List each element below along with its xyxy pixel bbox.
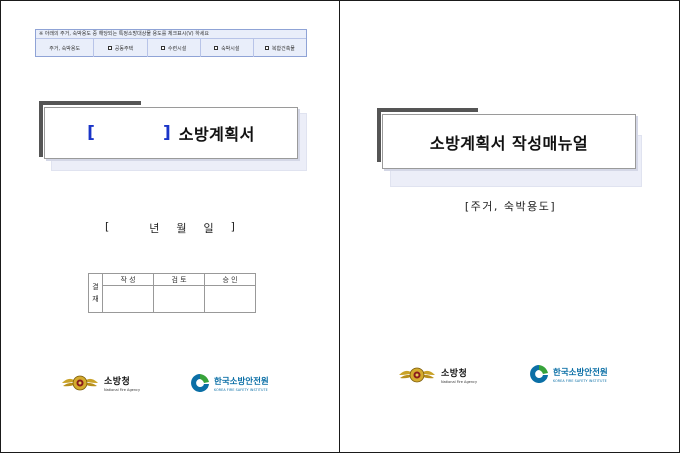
fire-agency-emblem-icon: [399, 367, 435, 383]
agency-logo: 소방청 National Fire Agency: [61, 372, 140, 394]
title-frame-bar: [39, 101, 141, 105]
title-frame-bar: [377, 108, 381, 162]
agency-name-en: National Fire Agency: [104, 388, 141, 392]
approval-table: 결재 작 성 검 토 승 인: [88, 272, 256, 313]
checkbox-icon[interactable]: [160, 46, 165, 50]
date-year: 년: [149, 222, 160, 235]
institute-name-ko: 한국소방안전원: [214, 376, 269, 387]
institute-name-en: KOREA FIRE SAFETY INSTITUTE: [553, 378, 607, 383]
date-line: [ 년 월 일 ]: [105, 220, 235, 235]
approval-side-label: 결재: [88, 273, 103, 313]
title-frame-bar: [377, 108, 478, 112]
approval-sign-approve[interactable]: [204, 285, 256, 313]
fire-agency-emblem-icon: [62, 375, 98, 391]
fire-safety-institute-mark-icon: [530, 365, 548, 383]
agency-name-en: National Fire Agency: [441, 380, 478, 384]
institute-logo: 한국소방안전원 KOREA FIRE SAFETY INSTITUTE: [528, 364, 608, 384]
option-lodging-facility[interactable]: 숙박시설: [199, 39, 253, 57]
manual-title: 소방계획서 작성매뉴얼: [429, 133, 589, 153]
title-bracket-open: [: [87, 123, 95, 143]
option-apartment[interactable]: 공동주택: [93, 39, 146, 57]
manual-cover-page: 소방계획서 작성매뉴얼 [주거, 숙박용도] 소방청 National Fire…: [339, 0, 680, 453]
category-label: 주거, 숙박용도: [49, 45, 81, 52]
checkbox-icon[interactable]: [214, 46, 219, 50]
approval-header-draft: 작 성: [102, 272, 154, 287]
approval-header-review: 검 토: [153, 272, 205, 287]
title-frame-bar: [39, 101, 43, 157]
manual-subtitle: [주거, 숙박용도]: [464, 200, 557, 213]
checkbox-icon[interactable]: [264, 46, 269, 50]
fire-safety-institute-mark-icon: [191, 374, 209, 392]
cover-title: 소방계획서: [178, 125, 255, 144]
agency-name-ko: 소방청: [441, 369, 468, 379]
agency-logo: 소방청 National Fire Agency: [398, 364, 477, 386]
option-training-facility[interactable]: 수련시설: [146, 39, 200, 57]
institute-name-en: KOREA FIRE SAFETY INSTITUTE: [214, 387, 268, 392]
usage-checkbox-panel: ※ 아래의 주거, 숙박용도 중 해당되는 특정소방대상물 용도를 체크표시(V…: [35, 29, 307, 57]
approval-header-approve: 승 인: [204, 272, 256, 287]
approval-sign-draft[interactable]: [102, 285, 154, 313]
date-day: 일: [203, 222, 214, 235]
institute-logo: 한국소방안전원 KOREA FIRE SAFETY INSTITUTE: [189, 373, 269, 393]
option-mixed-building[interactable]: 복합건축물: [252, 39, 306, 57]
approval-sign-review[interactable]: [153, 285, 205, 313]
agency-name-ko: 소방청: [104, 377, 131, 387]
institute-name-ko: 한국소방안전원: [553, 367, 608, 378]
checkbox-icon[interactable]: [107, 46, 112, 50]
checkbox-instruction: ※ 아래의 주거, 숙박용도 중 해당되는 특정소방대상물 용도를 체크표시(V…: [36, 30, 306, 39]
title-bracket-close: ]: [162, 123, 171, 143]
date-month: 월: [176, 222, 187, 235]
cover-title-box: [ ] 소방계획서: [44, 107, 298, 159]
manual-title-box: 소방계획서 작성매뉴얼: [382, 114, 636, 169]
cover-page: ※ 아래의 주거, 숙박용도 중 해당되는 특정소방대상물 용도를 체크표시(V…: [0, 0, 340, 453]
